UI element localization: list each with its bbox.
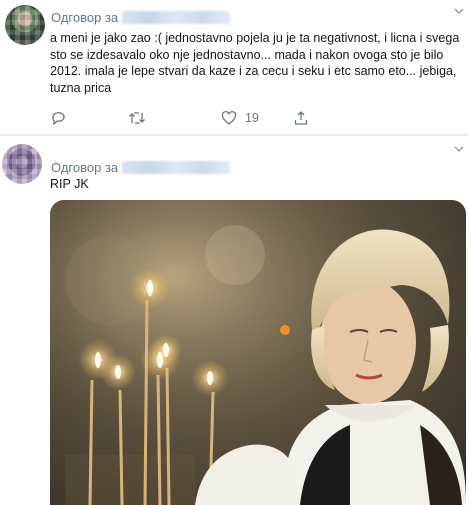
share-button[interactable]	[293, 110, 309, 126]
tweet-text: RIP JK	[50, 177, 89, 191]
blurred-handle[interactable]	[122, 161, 231, 174]
tweet-actions: 19	[50, 110, 350, 128]
reply-icon	[50, 110, 66, 126]
like-button[interactable]: 19	[213, 110, 259, 126]
tweet-text: a meni je jako zao :( jednostavno pojela…	[50, 31, 460, 95]
blurred-handle[interactable]	[122, 11, 231, 24]
chevron-down-icon[interactable]	[454, 144, 464, 154]
reply-button[interactable]	[50, 110, 66, 126]
tweet[interactable]: Одговор за RIP JK	[0, 136, 468, 505]
reply-context: Одговор за	[51, 160, 231, 175]
reply-label: Одговор за	[51, 10, 119, 25]
like-icon	[221, 110, 237, 126]
reply-context: Одговор за	[51, 10, 231, 25]
chevron-down-icon[interactable]	[454, 6, 464, 16]
retweet-icon	[128, 110, 146, 126]
avatar[interactable]	[5, 5, 45, 45]
tweet-photo[interactable]	[50, 200, 466, 505]
avatar[interactable]	[2, 144, 42, 184]
reply-label: Одговор за	[51, 160, 119, 175]
share-icon	[293, 110, 309, 126]
retweet-button[interactable]	[128, 110, 146, 126]
like-count: 19	[245, 111, 259, 125]
tweet[interactable]: Одговор за a meni je jako zao :( jednost…	[0, 0, 468, 135]
